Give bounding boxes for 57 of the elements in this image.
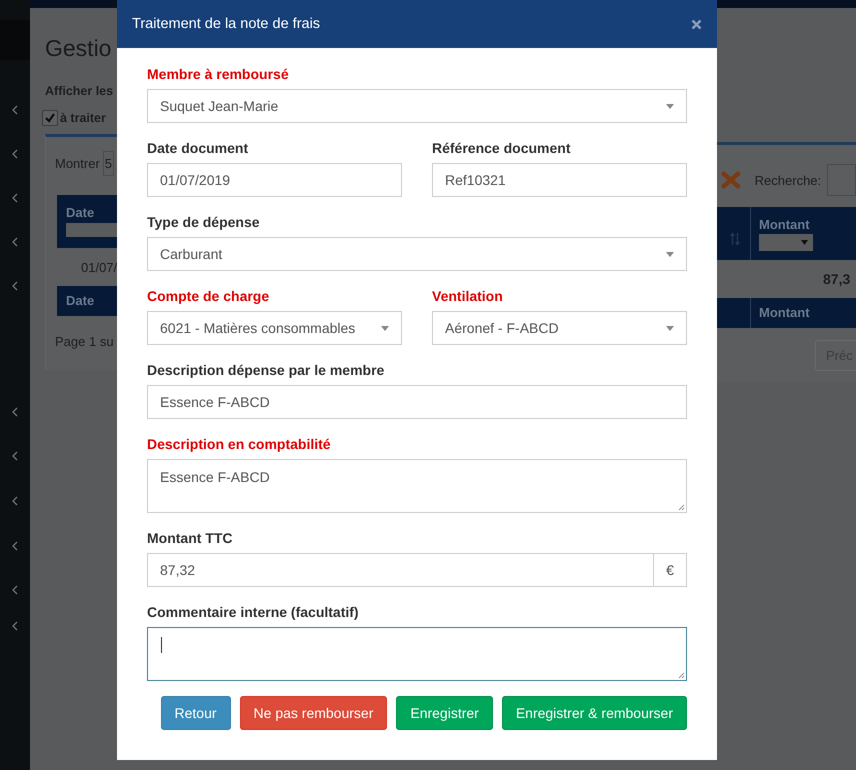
resize-grip-icon[interactable] xyxy=(678,672,685,679)
field-label: Description en comptabilité xyxy=(147,435,331,453)
action-button[interactable]: Retour xyxy=(160,696,231,730)
select-field[interactable]: Aéronef - F-ABCD xyxy=(432,311,687,345)
column-header: Montant xyxy=(759,217,811,232)
chevron-left-icon[interactable] xyxy=(12,149,18,159)
resize-grip-icon[interactable] xyxy=(678,504,685,511)
column-header: Date xyxy=(66,293,96,308)
input-field[interactable]: Essence F-ABCD xyxy=(147,385,687,419)
select-field[interactable]: Suquet Jean-Marie xyxy=(147,89,687,123)
select-field[interactable]: 6021 - Matières consommables xyxy=(147,311,402,345)
field-label: Compte de charge xyxy=(147,287,270,305)
show-label: Montrer xyxy=(55,156,100,171)
input-field[interactable]: 01/07/2019 xyxy=(147,163,402,197)
chevron-left-icon[interactable] xyxy=(12,541,18,551)
textarea-field[interactable]: Essence F-ABCD xyxy=(147,459,687,513)
filter-label: Afficher les xyxy=(44,83,114,98)
modal-title: Traitement de la note de frais xyxy=(132,16,320,32)
chevron-left-icon[interactable] xyxy=(12,451,18,461)
currency-addon: € xyxy=(654,553,687,587)
page-info: Page 1 su xyxy=(54,333,115,349)
action-button[interactable]: Ne pas rembourser xyxy=(240,696,388,730)
chevron-left-icon[interactable] xyxy=(12,281,18,291)
caret-icon xyxy=(801,240,808,245)
caret-icon xyxy=(666,104,674,108)
textarea-field[interactable] xyxy=(147,627,687,681)
field-label: Ventilation xyxy=(432,287,503,305)
field-label: Référence document xyxy=(432,139,570,157)
column-header: Date xyxy=(66,205,96,220)
caret-icon xyxy=(666,326,674,330)
table-cell: 87,3 xyxy=(823,271,850,287)
search-label: Recherche: xyxy=(754,172,822,188)
chevron-left-icon[interactable] xyxy=(12,407,18,417)
field-label: Date document xyxy=(147,139,248,157)
filter-field[interactable] xyxy=(66,223,117,237)
field-label: Montant TTC xyxy=(147,529,233,547)
field-label: Membre à remboursé xyxy=(147,65,289,83)
close-icon[interactable] xyxy=(691,18,702,30)
select-field[interactable]: Carburant xyxy=(147,237,687,271)
input-field[interactable]: 87,32 xyxy=(147,553,654,587)
field-label: Commentaire interne (facultatif) xyxy=(147,603,359,621)
column-header: Montant xyxy=(759,305,811,320)
caret-icon xyxy=(381,326,389,330)
caret-icon xyxy=(666,252,674,256)
chevron-left-icon[interactable] xyxy=(12,621,18,631)
chevron-left-icon[interactable] xyxy=(12,585,18,595)
chevron-left-icon[interactable] xyxy=(12,105,18,115)
chevron-left-icon[interactable] xyxy=(12,237,18,247)
chevron-left-icon[interactable] xyxy=(12,193,18,203)
input-field[interactable]: Ref10321 xyxy=(432,163,687,197)
checkbox-label: à traiter xyxy=(60,111,106,125)
table-cell: 01/07/ xyxy=(81,260,117,274)
page-title: Gestio xyxy=(44,34,112,62)
field-label: Type de dépense xyxy=(147,213,260,231)
field-label: Description dépense par le membre xyxy=(147,361,384,379)
checkbox[interactable] xyxy=(42,110,58,126)
chevron-left-icon[interactable] xyxy=(12,496,18,506)
